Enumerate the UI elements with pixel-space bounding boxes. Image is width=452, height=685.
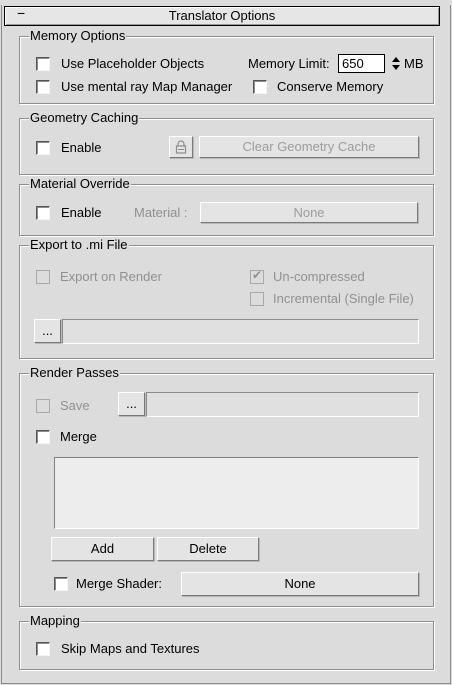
merge-shader-checkbox[interactable]: [54, 577, 68, 591]
export-filename-field[interactable]: [62, 319, 419, 344]
save-browse-button[interactable]: ...: [118, 392, 145, 416]
incremental-checkbox[interactable]: [250, 292, 264, 306]
geometry-enable-checkbox[interactable]: [36, 141, 50, 155]
skip-maps-label: Skip Maps and Textures: [61, 641, 200, 656]
material-override-label: Material Override: [29, 176, 131, 191]
material-enable-checkbox[interactable]: [36, 206, 50, 220]
conserve-memory-checkbox[interactable]: [253, 80, 267, 94]
geometry-enable-label: Enable: [61, 140, 102, 155]
export-on-render-label: Export on Render: [60, 269, 162, 284]
memory-limit-spinner[interactable]: [390, 54, 402, 73]
merge-shader-label: Merge Shader:: [76, 576, 162, 591]
memory-options-label: Memory Options: [29, 28, 127, 43]
rollout-header[interactable]: − Translator Options: [4, 5, 440, 26]
material-override-button[interactable]: None: [200, 202, 418, 223]
merge-checkbox[interactable]: [36, 430, 50, 444]
map-manager-label: Use mental ray Map Manager: [61, 79, 233, 94]
export-browse-button[interactable]: ...: [34, 319, 61, 343]
merge-label: Merge: [60, 429, 97, 444]
rollout-title: Translator Options: [168, 8, 276, 23]
save-filename-field[interactable]: [146, 392, 419, 417]
merge-shader-button[interactable]: None: [181, 572, 419, 596]
add-button[interactable]: Add: [51, 537, 154, 561]
checkmark-icon: ✔: [252, 268, 263, 282]
uncompressed-label: Un-compressed: [273, 269, 365, 284]
material-enable-label: Enable: [61, 205, 102, 220]
mapping-label: Mapping: [29, 613, 81, 628]
merge-files-list[interactable]: [54, 457, 419, 529]
clear-geometry-cache-button[interactable]: Clear Geometry Cache: [199, 136, 419, 158]
memory-limit-input[interactable]: 650: [338, 54, 385, 73]
spinner-arrows-icon[interactable]: [390, 54, 402, 73]
export-on-render-checkbox[interactable]: [36, 270, 50, 284]
incremental-label: Incremental (Single File): [273, 291, 414, 306]
placeholder-objects-checkbox[interactable]: [36, 57, 50, 71]
save-passes-label: Save: [60, 398, 90, 413]
placeholder-objects-label: Use Placeholder Objects: [61, 56, 205, 71]
conserve-memory-label: Conserve Memory: [277, 79, 384, 94]
export-mi-label: Export to .mi File: [29, 237, 129, 252]
geometry-caching-label: Geometry Caching: [29, 110, 140, 125]
map-manager-checkbox[interactable]: [36, 80, 50, 94]
render-passes-label: Render Passes: [29, 365, 120, 380]
memory-limit-label: Memory Limit:: [248, 56, 330, 71]
memory-unit-label: MB: [404, 56, 424, 71]
delete-button[interactable]: Delete: [157, 537, 259, 561]
uncompressed-checkbox[interactable]: ✔: [250, 268, 264, 284]
material-label: Material :: [134, 205, 188, 220]
skip-maps-checkbox[interactable]: [36, 642, 50, 656]
lock-icon: [175, 140, 187, 154]
lock-button[interactable]: [169, 136, 193, 158]
save-passes-checkbox[interactable]: [36, 399, 50, 413]
